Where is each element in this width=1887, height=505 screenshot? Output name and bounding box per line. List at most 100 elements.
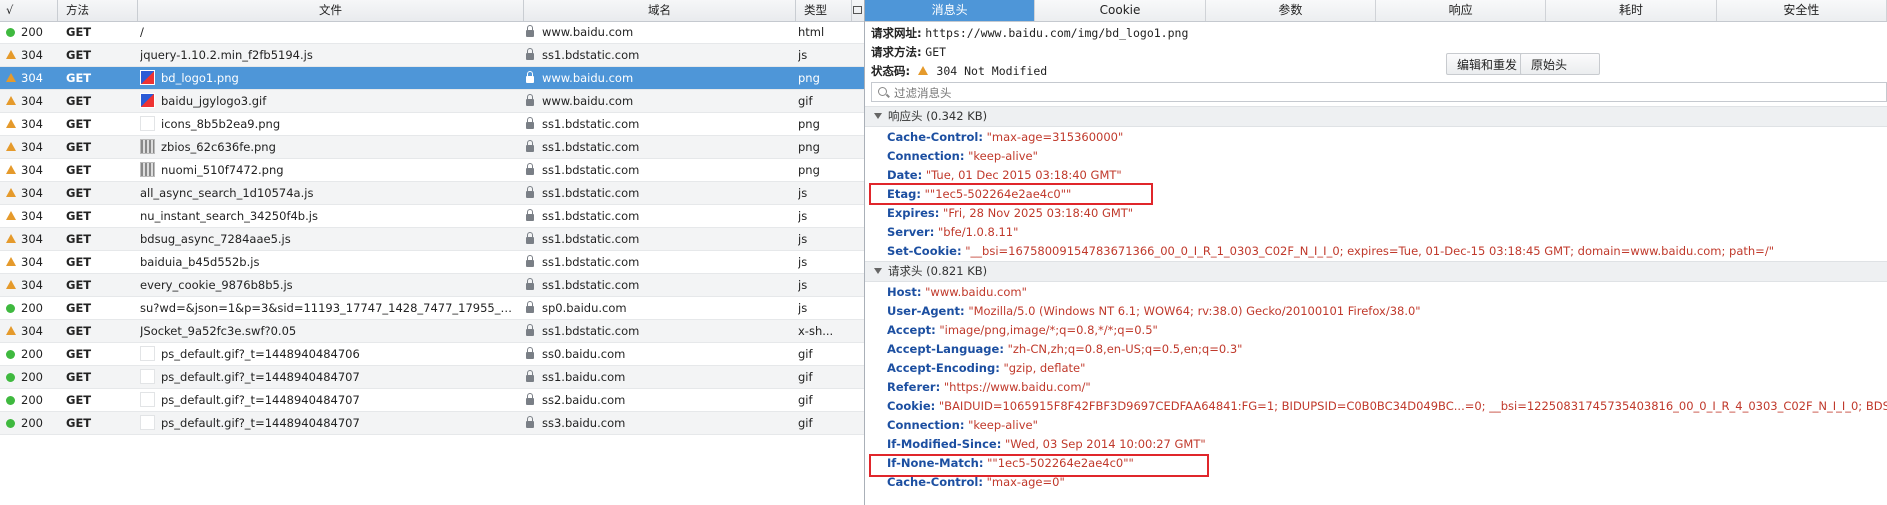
request-method: GET bbox=[925, 45, 947, 59]
filter-headers-input[interactable] bbox=[892, 84, 1796, 102]
file-name: JSocket_9a52fc3e.swf?0.05 bbox=[140, 324, 297, 338]
status-ok-icon bbox=[6, 373, 15, 382]
status-warning-icon bbox=[6, 280, 16, 289]
request-domain: ss3.baidu.com bbox=[526, 412, 796, 435]
request-url-label: 请求网址: bbox=[871, 26, 922, 40]
collapse-caret-icon bbox=[874, 113, 882, 119]
raw-headers-button[interactable]: 原始头 bbox=[1520, 53, 1600, 75]
lock-icon bbox=[526, 48, 534, 60]
header-row: Cookie: "BAIDUID=1065915F8F42FBF3D9697CE… bbox=[887, 397, 1887, 416]
column-status[interactable]: √ bbox=[0, 0, 58, 21]
header-value: "Fri, 28 Nov 2025 03:18:40 GMT" bbox=[943, 206, 1134, 220]
request-row[interactable]: 200 GET / www.baidu.com html bbox=[0, 21, 864, 44]
request-file: bdsug_async_7284aae5.js bbox=[140, 228, 518, 251]
lock-icon bbox=[526, 278, 534, 290]
response-headers-section[interactable]: 响应头 (0.342 KB) bbox=[865, 106, 1887, 127]
request-row[interactable]: 200 GET ps_default.gif?_t=1448940484706 ss0… bbox=[0, 343, 864, 366]
domain-name: www.baidu.com bbox=[542, 94, 634, 108]
header-name: Server: bbox=[887, 225, 935, 239]
column-file[interactable]: 文件 bbox=[138, 0, 524, 21]
file-thumbnail-icon bbox=[140, 346, 155, 361]
request-row[interactable]: 304 GET baidu_jgylogo3.gif www.baidu.com gif bbox=[0, 90, 864, 113]
request-method-label: 请求方法: bbox=[871, 45, 922, 59]
status-warning-icon bbox=[6, 119, 16, 128]
header-value: "keep-alive" bbox=[968, 149, 1038, 163]
request-domain: ss1.bdstatic.com bbox=[526, 159, 796, 182]
domain-name: ss1.bdstatic.com bbox=[542, 186, 640, 200]
header-row: Connection: "keep-alive" bbox=[887, 147, 1038, 166]
request-domain: www.baidu.com bbox=[526, 90, 796, 113]
request-domain: ss1.bdstatic.com bbox=[526, 320, 796, 343]
file-thumbnail-icon bbox=[140, 70, 155, 85]
column-picker-icon[interactable] bbox=[852, 0, 864, 21]
status-text: 304 bbox=[21, 186, 43, 200]
file-name: ps_default.gif?_t=1448940484707 bbox=[161, 393, 360, 407]
filter-headers-field[interactable] bbox=[871, 82, 1887, 102]
request-status: 304 bbox=[6, 67, 66, 90]
header-name: Accept-Language: bbox=[887, 342, 1004, 356]
request-status: 304 bbox=[6, 320, 66, 343]
request-row[interactable]: 304 GET nu_instant_search_34250f4b.js ss1.b… bbox=[0, 205, 864, 228]
column-domain[interactable]: 域名 bbox=[524, 0, 796, 21]
request-type: js bbox=[798, 255, 808, 269]
tab-0[interactable]: 消息头 bbox=[865, 0, 1036, 21]
header-row: Cache-Control: "max-age=315360000" bbox=[887, 128, 1123, 147]
status-ok-icon bbox=[6, 419, 15, 428]
header-name: User-Agent: bbox=[887, 304, 965, 318]
tab-1[interactable]: Cookie bbox=[1035, 0, 1206, 21]
request-row[interactable]: 200 GET ps_default.gif?_t=1448940484707 ss1… bbox=[0, 366, 864, 389]
request-type: gif bbox=[798, 94, 813, 108]
status-text: 200 bbox=[21, 25, 43, 39]
header-name: Connection: bbox=[887, 418, 965, 432]
header-row: Accept: "image/png,image/*;q=0.8,*/*;q=0… bbox=[887, 321, 1158, 340]
header-row: Referer: "https://www.baidu.com/" bbox=[887, 378, 1091, 397]
domain-name: www.baidu.com bbox=[542, 25, 634, 39]
request-status: 304 bbox=[6, 159, 66, 182]
request-row[interactable]: 304 GET icons_8b5b2ea9.png ss1.bdstatic.com… bbox=[0, 113, 864, 136]
header-value: "www.baidu.com" bbox=[925, 285, 1027, 299]
request-row[interactable]: 304 GET all_async_search_1d10574a.js ss1.bd… bbox=[0, 182, 864, 205]
column-method[interactable]: 方法 bbox=[58, 0, 138, 21]
request-row[interactable]: 304 GET baiduia_b45d552b.js ss1.bdstatic.co… bbox=[0, 251, 864, 274]
header-name: Connection: bbox=[887, 149, 965, 163]
tab-4[interactable]: 耗时 bbox=[1546, 0, 1717, 21]
if-none-match-highlight-box bbox=[869, 454, 1209, 477]
request-status: 304 bbox=[6, 205, 66, 228]
request-row[interactable]: 304 GET bd_logo1.png www.baidu.com png bbox=[0, 67, 864, 90]
request-headers-section[interactable]: 请求头 (0.821 KB) bbox=[865, 261, 1887, 282]
domain-name: ss1.baidu.com bbox=[542, 370, 626, 384]
request-row[interactable]: 200 GET ps_default.gif?_t=1448940484707 ss2… bbox=[0, 389, 864, 412]
request-type: png bbox=[798, 117, 820, 131]
file-name: jquery-1.10.2.min_f2fb5194.js bbox=[140, 48, 313, 62]
request-row[interactable]: 304 GET nuomi_510f7472.png ss1.bdstatic.com… bbox=[0, 159, 864, 182]
edit-resend-button[interactable]: 编辑和重发 bbox=[1446, 53, 1529, 75]
header-value: "image/png,image/*;q=0.8,*/*;q=0.5" bbox=[939, 323, 1158, 337]
status-text: 200 bbox=[21, 301, 43, 315]
file-name: icons_8b5b2ea9.png bbox=[161, 117, 281, 131]
request-row[interactable]: 200 GET su?wd=&json=1&p=3&sid=11193_17747_… bbox=[0, 297, 864, 320]
tab-5[interactable]: 安全性 bbox=[1717, 0, 1887, 21]
status-text: 304 bbox=[21, 278, 43, 292]
request-row[interactable]: 304 GET JSocket_9a52fc3e.swf?0.05 ss1.bdsta… bbox=[0, 320, 864, 343]
tab-2[interactable]: 参数 bbox=[1206, 0, 1376, 21]
request-status: 200 bbox=[6, 21, 66, 44]
request-row[interactable]: 304 GET every_cookie_9876b8b5.js ss1.bdstat… bbox=[0, 274, 864, 297]
request-method: GET bbox=[66, 48, 92, 62]
request-row[interactable]: 200 GET ps_default.gif?_t=1448940484707 ss3… bbox=[0, 412, 864, 435]
request-type: png bbox=[798, 140, 820, 154]
status-text: 304 bbox=[21, 163, 43, 177]
header-value: "BAIDUID=1065915F8F42FBF3D9697CEDFAA6484… bbox=[938, 399, 1887, 413]
request-details-panel: 消息头 Cookie 参数 响应 耗时 安全性 请求网址: https://www.bai… bbox=[865, 0, 1887, 505]
file-name: bd_logo1.png bbox=[161, 71, 239, 85]
status-warning-icon bbox=[6, 234, 16, 243]
request-row[interactable]: 304 GET jquery-1.10.2.min_f2fb5194.js ss1.b… bbox=[0, 44, 864, 67]
request-row[interactable]: 304 GET bdsug_async_7284aae5.js ss1.bdstati… bbox=[0, 228, 864, 251]
file-name: nu_instant_search_34250f4b.js bbox=[140, 209, 318, 223]
header-name: Expires: bbox=[887, 206, 940, 220]
tab-3[interactable]: 响应 bbox=[1376, 0, 1547, 21]
request-status: 304 bbox=[6, 44, 66, 67]
column-type[interactable]: 类型 bbox=[796, 0, 852, 21]
request-file: zbios_62c636fe.png bbox=[140, 136, 518, 159]
header-value: "keep-alive" bbox=[968, 418, 1038, 432]
request-row[interactable]: 304 GET zbios_62c636fe.png ss1.bdstatic.com… bbox=[0, 136, 864, 159]
